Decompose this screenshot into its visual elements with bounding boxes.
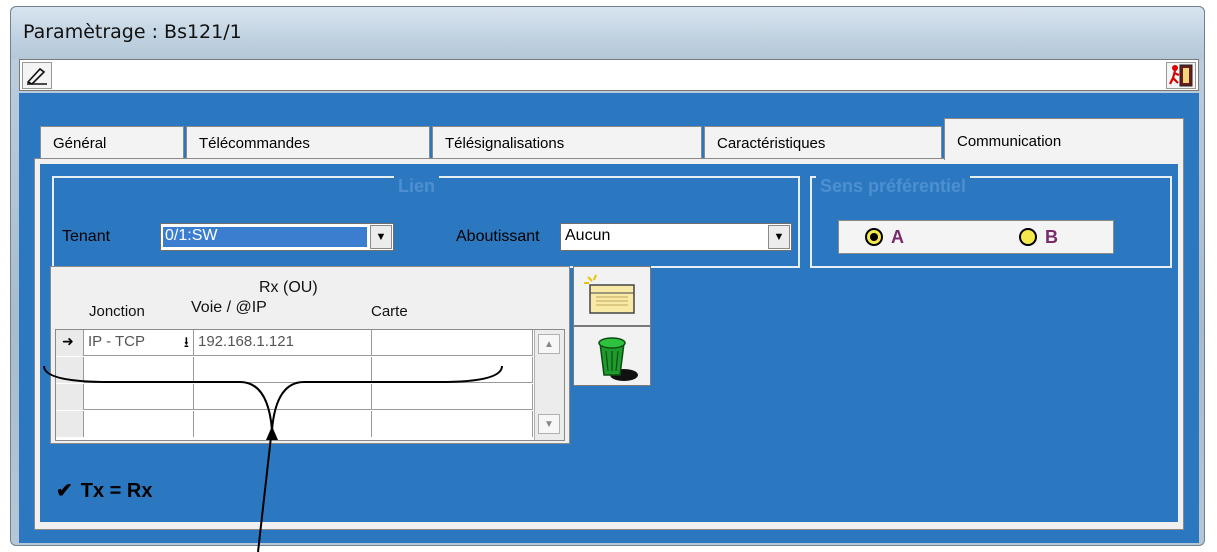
- tab-communication[interactable]: Communication: [944, 118, 1184, 160]
- brace-annotation: [43, 365, 503, 552]
